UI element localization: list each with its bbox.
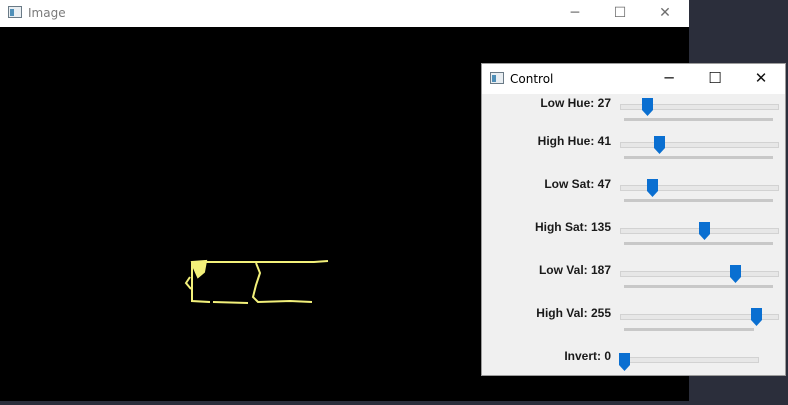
trackbar-channel — [624, 285, 773, 288]
image-titlebar[interactable]: Image ─ ☐ ✕ — [0, 0, 689, 27]
trackbar-label: High Sat: 135 — [534, 220, 611, 234]
trackbar-thumb[interactable] — [698, 222, 710, 240]
trackbar-thumb[interactable] — [641, 98, 653, 116]
trackbar-row: Invert: 0 — [482, 349, 785, 379]
trackbar-label: Low Val: 187 — [538, 263, 611, 277]
trackbar-row: High Val: 255 — [482, 306, 785, 336]
trackbar-channel — [624, 118, 773, 121]
app-window-icon — [8, 6, 22, 18]
trackbar-channel — [624, 156, 773, 159]
trackbar-channel — [624, 199, 773, 202]
mask-region — [184, 259, 329, 304]
trackbar-row: High Hue: 41 — [482, 134, 785, 164]
minimize-button[interactable]: ─ — [552, 0, 598, 27]
trackbar-label: High Val: 255 — [536, 306, 611, 320]
trackbar-label: Low Sat: 47 — [544, 177, 611, 191]
trackbar-track[interactable] — [620, 142, 779, 148]
trackbar-track[interactable] — [620, 357, 759, 363]
trackbar-channel — [624, 242, 773, 245]
maximize-button[interactable]: ☐ — [597, 0, 643, 27]
trackbar-label: Low Hue: 27 — [540, 96, 611, 110]
trackbar-track[interactable] — [620, 185, 779, 191]
trackbar-thumb[interactable] — [619, 353, 630, 371]
close-button[interactable]: ✕ — [642, 0, 688, 27]
minimize-button[interactable]: ─ — [646, 64, 692, 94]
control-titlebar[interactable]: Control ─ ☐ ✕ — [482, 64, 785, 94]
trackbar-row: High Sat: 135 — [482, 220, 785, 250]
trackbar-thumb[interactable] — [729, 265, 741, 283]
trackbar-row: Low Hue: 27 — [482, 96, 785, 126]
trackbar-row: Low Sat: 47 — [482, 177, 785, 207]
trackbar-channel — [624, 328, 754, 331]
trackbar-thumb[interactable] — [646, 179, 658, 197]
app-window-icon — [490, 72, 504, 84]
maximize-button[interactable]: ☐ — [692, 64, 738, 94]
trackbar-label: Invert: 0 — [564, 349, 611, 363]
trackbar-row: Low Val: 187 — [482, 263, 785, 293]
trackbar-thumb[interactable] — [751, 308, 762, 326]
trackbar-track[interactable] — [620, 271, 779, 277]
trackbar-thumb[interactable] — [653, 136, 665, 154]
control-window-title: Control — [510, 72, 554, 86]
close-button[interactable]: ✕ — [738, 64, 784, 94]
trackbar-label: High Hue: 41 — [537, 134, 611, 148]
control-window: Control ─ ☐ ✕ Low Hue: 27 High Hue: 41 Low… — [481, 63, 786, 376]
image-window-title: Image — [28, 6, 66, 20]
